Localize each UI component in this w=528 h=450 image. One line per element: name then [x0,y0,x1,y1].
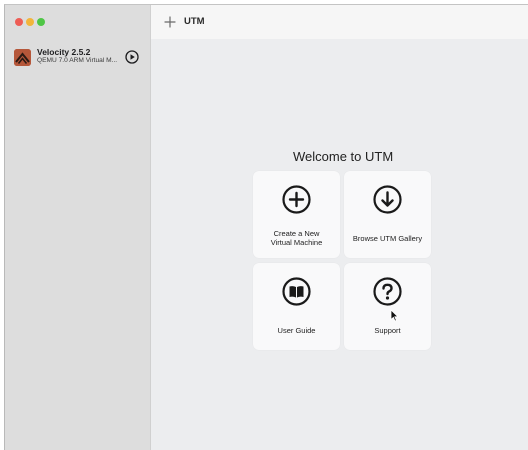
user-guide-tile[interactable]: User Guide [253,263,340,350]
vm-list-item[interactable]: Velocity 2.5.2 QEMU 7.0 ARM Virtual M... [12,46,142,72]
toolbar: UTM [151,5,528,40]
arrow-down-circle-icon [373,185,402,214]
vm-name: Velocity 2.5.2 [37,47,91,57]
play-vm-button[interactable] [125,50,139,64]
support-tile[interactable]: Support [344,263,431,350]
plus-circle-icon [282,185,311,214]
browse-gallery-label: Browse UTM Gallery [352,234,423,243]
vm-logo-icon [14,49,31,66]
question-circle-icon [373,277,402,306]
create-vm-label-line2: Virtual Machine [270,238,323,247]
welcome-panel: Welcome to UTM Create a New Virtual Mach… [151,39,528,450]
create-vm-tile[interactable]: Create a New Virtual Machine [253,171,340,258]
utm-window: Velocity 2.5.2 QEMU 7.0 ARM Virtual M...… [4,4,528,450]
vm-subtitle: QEMU 7.0 ARM Virtual M... [37,57,118,64]
plus-icon [164,16,176,28]
mouse-cursor-icon [390,309,399,322]
user-guide-label: User Guide [277,326,316,335]
close-window-button[interactable] [15,18,23,26]
sidebar: Velocity 2.5.2 QEMU 7.0 ARM Virtual M... [5,5,151,450]
app-title: UTM [184,16,205,27]
welcome-heading: Welcome to UTM [293,149,394,164]
create-vm-label-line1: Create a New [273,229,320,238]
add-vm-button[interactable] [163,15,177,29]
minimize-window-button[interactable] [26,18,34,26]
zoom-window-button[interactable] [37,18,45,26]
book-icon [282,277,311,306]
browse-gallery-tile[interactable]: Browse UTM Gallery [344,171,431,258]
play-icon [125,50,139,64]
support-label: Support [374,326,401,335]
